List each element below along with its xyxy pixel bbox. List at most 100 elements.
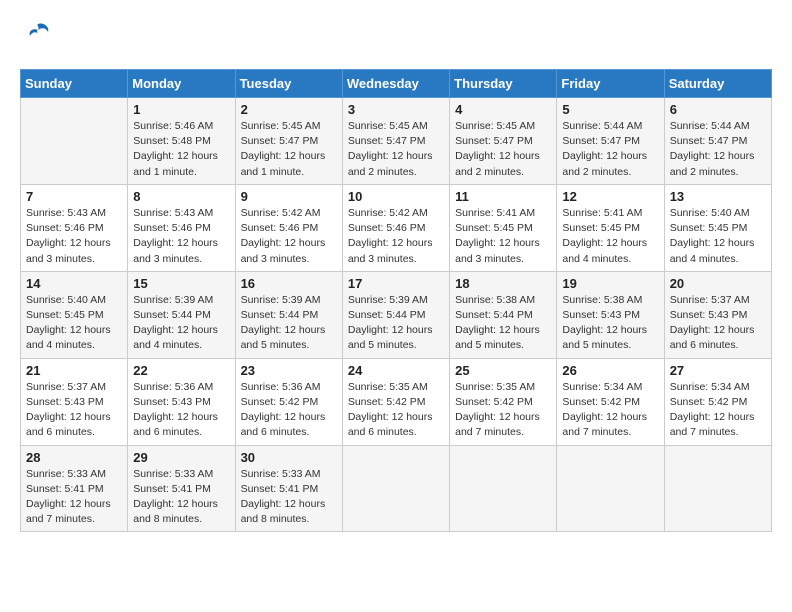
day-info: Sunrise: 5:37 AM Sunset: 5:43 PM Dayligh… bbox=[670, 293, 766, 354]
calendar-cell bbox=[450, 445, 557, 532]
calendar-cell: 27 Sunrise: 5:34 AM Sunset: 5:42 PM Dayli… bbox=[664, 358, 771, 445]
calendar-cell: 21 Sunrise: 5:37 AM Sunset: 5:43 PM Dayli… bbox=[21, 358, 128, 445]
week-row-1: 1Sunrise: 5:46 AM Sunset: 5:48 PM Daylig… bbox=[21, 98, 772, 185]
day-number: 16 bbox=[241, 276, 337, 291]
calendar-cell: 12 Sunrise: 5:41 AM Sunset: 5:45 PM Dayli… bbox=[557, 184, 664, 271]
day-info: Sunrise: 5:38 AM Sunset: 5:43 PM Dayligh… bbox=[562, 293, 658, 354]
calendar-cell: 10 Sunrise: 5:42 AM Sunset: 5:46 PM Dayli… bbox=[342, 184, 449, 271]
calendar-cell: 29Sunrise: 5:33 AM Sunset: 5:41 PM Dayli… bbox=[128, 445, 235, 532]
calendar-cell bbox=[557, 445, 664, 532]
day-info: Sunrise: 5:43 AM Sunset: 5:46 PM Dayligh… bbox=[26, 206, 122, 267]
day-number: 7 bbox=[26, 189, 122, 204]
calendar-cell: 11 Sunrise: 5:41 AM Sunset: 5:45 PM Dayli… bbox=[450, 184, 557, 271]
calendar-cell: 9 Sunrise: 5:42 AM Sunset: 5:46 PM Daylig… bbox=[235, 184, 342, 271]
day-number: 20 bbox=[670, 276, 766, 291]
day-number: 10 bbox=[348, 189, 444, 204]
week-row-2: 7 Sunrise: 5:43 AM Sunset: 5:46 PM Daylig… bbox=[21, 184, 772, 271]
day-number: 14 bbox=[26, 276, 122, 291]
calendar-cell: 14 Sunrise: 5:40 AM Sunset: 5:45 PM Dayli… bbox=[21, 271, 128, 358]
logo bbox=[20, 20, 52, 53]
day-number: 1 bbox=[133, 102, 229, 117]
logo-bird-icon bbox=[24, 20, 52, 53]
calendar-cell: 17 Sunrise: 5:39 AM Sunset: 5:44 PM Dayli… bbox=[342, 271, 449, 358]
day-number: 28 bbox=[26, 450, 122, 465]
day-number: 9 bbox=[241, 189, 337, 204]
day-number: 13 bbox=[670, 189, 766, 204]
week-row-4: 21 Sunrise: 5:37 AM Sunset: 5:43 PM Dayli… bbox=[21, 358, 772, 445]
calendar-cell: 6 Sunrise: 5:44 AM Sunset: 5:47 PM Daylig… bbox=[664, 98, 771, 185]
day-info: Sunrise: 5:34 AM Sunset: 5:42 PM Dayligh… bbox=[562, 380, 658, 441]
calendar-body: 1Sunrise: 5:46 AM Sunset: 5:48 PM Daylig… bbox=[21, 98, 772, 532]
calendar-cell: 13 Sunrise: 5:40 AM Sunset: 5:45 PM Dayli… bbox=[664, 184, 771, 271]
calendar-cell: 1Sunrise: 5:46 AM Sunset: 5:48 PM Daylig… bbox=[128, 98, 235, 185]
day-number: 12 bbox=[562, 189, 658, 204]
calendar-cell: 18 Sunrise: 5:38 AM Sunset: 5:44 PM Dayli… bbox=[450, 271, 557, 358]
day-number: 29 bbox=[133, 450, 229, 465]
day-info: Sunrise: 5:40 AM Sunset: 5:45 PM Dayligh… bbox=[26, 293, 122, 354]
day-number: 8 bbox=[133, 189, 229, 204]
day-info: Sunrise: 5:41 AM Sunset: 5:45 PM Dayligh… bbox=[455, 206, 551, 267]
calendar-cell: 16Sunrise: 5:39 AM Sunset: 5:44 PM Dayli… bbox=[235, 271, 342, 358]
calendar-cell: 23Sunrise: 5:36 AM Sunset: 5:42 PM Dayli… bbox=[235, 358, 342, 445]
day-info: Sunrise: 5:42 AM Sunset: 5:46 PM Dayligh… bbox=[348, 206, 444, 267]
day-info: Sunrise: 5:44 AM Sunset: 5:47 PM Dayligh… bbox=[670, 119, 766, 180]
calendar-cell bbox=[342, 445, 449, 532]
week-row-3: 14 Sunrise: 5:40 AM Sunset: 5:45 PM Dayli… bbox=[21, 271, 772, 358]
calendar-cell: 28 Sunrise: 5:33 AM Sunset: 5:41 PM Dayli… bbox=[21, 445, 128, 532]
calendar-cell: 3 Sunrise: 5:45 AM Sunset: 5:47 PM Daylig… bbox=[342, 98, 449, 185]
day-number: 27 bbox=[670, 363, 766, 378]
day-info: Sunrise: 5:39 AM Sunset: 5:44 PM Dayligh… bbox=[133, 293, 229, 354]
calendar-cell: 19 Sunrise: 5:38 AM Sunset: 5:43 PM Dayli… bbox=[557, 271, 664, 358]
day-info: Sunrise: 5:44 AM Sunset: 5:47 PM Dayligh… bbox=[562, 119, 658, 180]
calendar-cell bbox=[664, 445, 771, 532]
day-number: 21 bbox=[26, 363, 122, 378]
day-info: Sunrise: 5:39 AM Sunset: 5:44 PM Dayligh… bbox=[348, 293, 444, 354]
calendar-cell: 4Sunrise: 5:45 AM Sunset: 5:47 PM Daylig… bbox=[450, 98, 557, 185]
day-number: 26 bbox=[562, 363, 658, 378]
calendar-cell: 15Sunrise: 5:39 AM Sunset: 5:44 PM Dayli… bbox=[128, 271, 235, 358]
day-number: 30 bbox=[241, 450, 337, 465]
day-number: 17 bbox=[348, 276, 444, 291]
calendar-cell: 5Sunrise: 5:44 AM Sunset: 5:47 PM Daylig… bbox=[557, 98, 664, 185]
calendar-cell: 26 Sunrise: 5:34 AM Sunset: 5:42 PM Dayli… bbox=[557, 358, 664, 445]
column-header-monday: Monday bbox=[128, 70, 235, 98]
day-number: 6 bbox=[670, 102, 766, 117]
calendar-cell: 20 Sunrise: 5:37 AM Sunset: 5:43 PM Dayli… bbox=[664, 271, 771, 358]
day-info: Sunrise: 5:38 AM Sunset: 5:44 PM Dayligh… bbox=[455, 293, 551, 354]
day-info: Sunrise: 5:33 AM Sunset: 5:41 PM Dayligh… bbox=[26, 467, 122, 528]
column-header-tuesday: Tuesday bbox=[235, 70, 342, 98]
column-header-saturday: Saturday bbox=[664, 70, 771, 98]
day-number: 18 bbox=[455, 276, 551, 291]
calendar-cell: 24Sunrise: 5:35 AM Sunset: 5:42 PM Dayli… bbox=[342, 358, 449, 445]
day-info: Sunrise: 5:45 AM Sunset: 5:47 PM Dayligh… bbox=[241, 119, 337, 180]
day-number: 3 bbox=[348, 102, 444, 117]
day-info: Sunrise: 5:41 AM Sunset: 5:45 PM Dayligh… bbox=[562, 206, 658, 267]
day-info: Sunrise: 5:34 AM Sunset: 5:42 PM Dayligh… bbox=[670, 380, 766, 441]
calendar-cell: 2 Sunrise: 5:45 AM Sunset: 5:47 PM Daylig… bbox=[235, 98, 342, 185]
day-number: 11 bbox=[455, 189, 551, 204]
day-number: 24 bbox=[348, 363, 444, 378]
calendar-cell: 22Sunrise: 5:36 AM Sunset: 5:43 PM Dayli… bbox=[128, 358, 235, 445]
column-header-wednesday: Wednesday bbox=[342, 70, 449, 98]
day-info: Sunrise: 5:45 AM Sunset: 5:47 PM Dayligh… bbox=[348, 119, 444, 180]
calendar-cell bbox=[21, 98, 128, 185]
calendar-cell: 8 Sunrise: 5:43 AM Sunset: 5:46 PM Daylig… bbox=[128, 184, 235, 271]
day-info: Sunrise: 5:37 AM Sunset: 5:43 PM Dayligh… bbox=[26, 380, 122, 441]
column-header-thursday: Thursday bbox=[450, 70, 557, 98]
calendar-cell: 25 Sunrise: 5:35 AM Sunset: 5:42 PM Dayli… bbox=[450, 358, 557, 445]
day-number: 4 bbox=[455, 102, 551, 117]
day-info: Sunrise: 5:33 AM Sunset: 5:41 PM Dayligh… bbox=[241, 467, 337, 528]
calendar-cell: 7 Sunrise: 5:43 AM Sunset: 5:46 PM Daylig… bbox=[21, 184, 128, 271]
week-row-5: 28 Sunrise: 5:33 AM Sunset: 5:41 PM Dayli… bbox=[21, 445, 772, 532]
day-info: Sunrise: 5:43 AM Sunset: 5:46 PM Dayligh… bbox=[133, 206, 229, 267]
calendar-table: SundayMondayTuesdayWednesdayThursdayFrid… bbox=[20, 69, 772, 532]
day-info: Sunrise: 5:36 AM Sunset: 5:43 PM Dayligh… bbox=[133, 380, 229, 441]
calendar-cell: 30 Sunrise: 5:33 AM Sunset: 5:41 PM Dayli… bbox=[235, 445, 342, 532]
day-number: 19 bbox=[562, 276, 658, 291]
column-header-friday: Friday bbox=[557, 70, 664, 98]
day-info: Sunrise: 5:35 AM Sunset: 5:42 PM Dayligh… bbox=[455, 380, 551, 441]
day-info: Sunrise: 5:40 AM Sunset: 5:45 PM Dayligh… bbox=[670, 206, 766, 267]
day-number: 25 bbox=[455, 363, 551, 378]
day-number: 2 bbox=[241, 102, 337, 117]
day-info: Sunrise: 5:42 AM Sunset: 5:46 PM Dayligh… bbox=[241, 206, 337, 267]
